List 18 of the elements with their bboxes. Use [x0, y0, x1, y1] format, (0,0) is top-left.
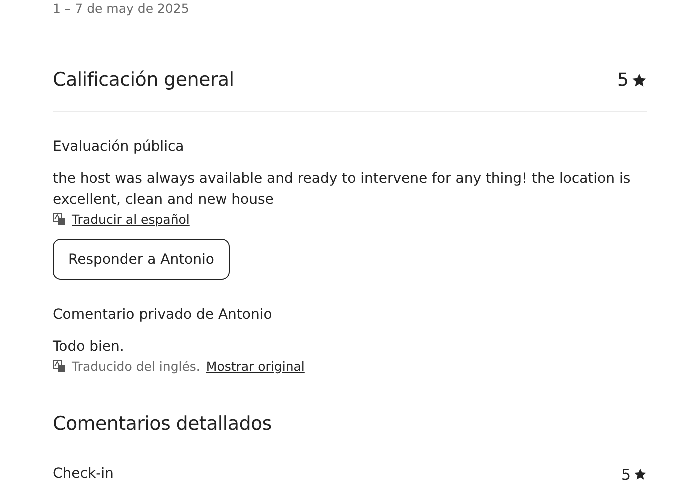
- translate-icon: [53, 360, 66, 373]
- subsection-title: Evaluación pública: [53, 138, 186, 156]
- overall-score: 5: [618, 70, 629, 90]
- comment-text: Todo bien.: [53, 338, 126, 357]
- section-title: Calificación general: [53, 68, 234, 92]
- subsection-title: Comentario privado de Antonio: [53, 306, 274, 324]
- star-icon: [632, 72, 647, 88]
- show-original-link[interactable]: Mostrar original: [206, 359, 305, 374]
- reply-button[interactable]: Responder a Antonio: [53, 239, 230, 280]
- translate-icon: [53, 213, 66, 226]
- translation-note: Traducido del inglés.: [72, 359, 200, 374]
- review-text: the host was always available and ready to intervene for any thing! the location is excellent, clean and new house: [53, 170, 632, 210]
- section-title: Comentarios detallados: [53, 412, 273, 436]
- translate-link[interactable]: Traducir al español: [72, 212, 190, 227]
- star-icon: [634, 468, 647, 481]
- category-label: Check-in: [53, 465, 114, 484]
- date-range: 1 – 7 de may de 2025: [53, 1, 190, 17]
- category-score: 5: [621, 466, 631, 484]
